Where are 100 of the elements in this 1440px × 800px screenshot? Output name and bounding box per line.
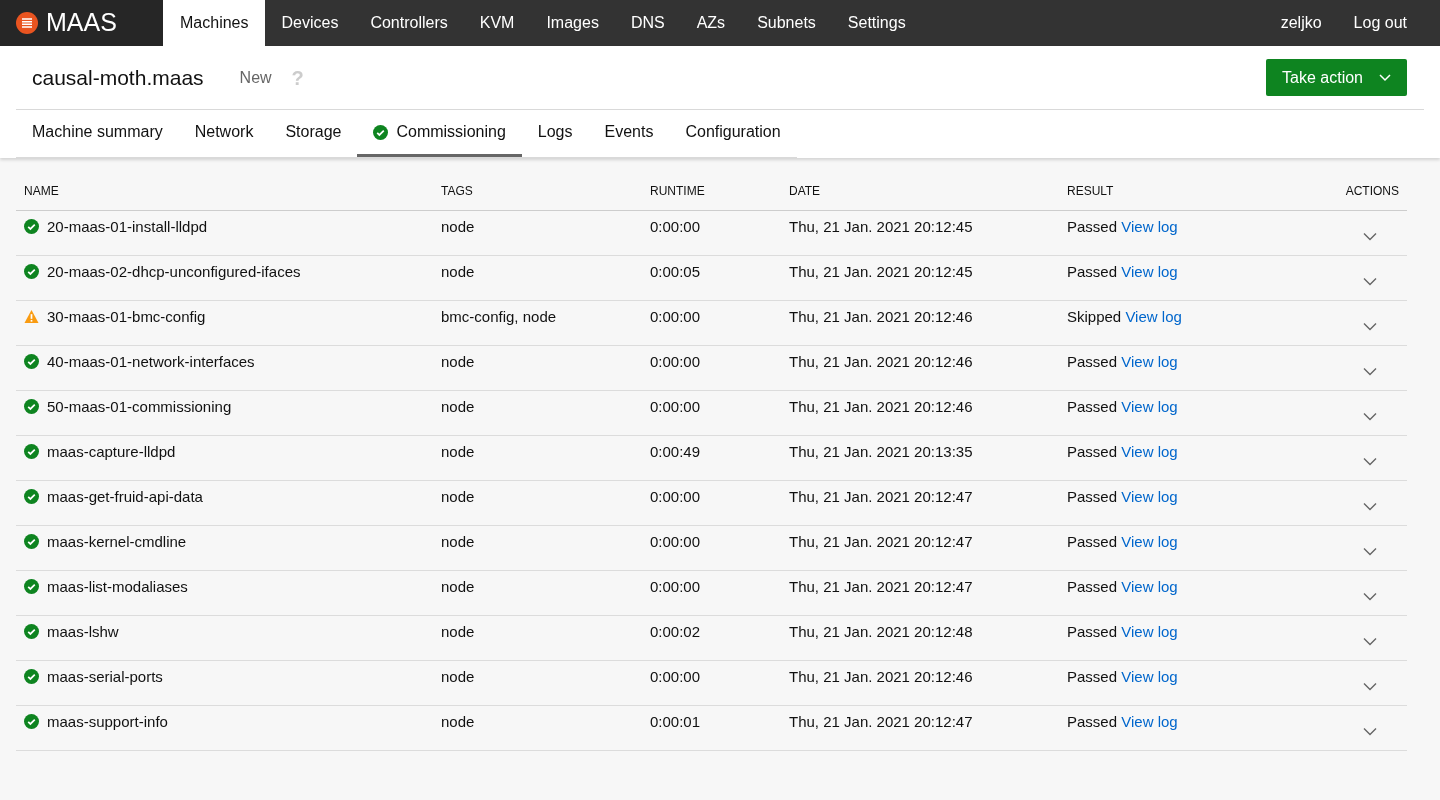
chevron-down-icon[interactable] xyxy=(1363,547,1377,557)
tags-cell: node xyxy=(441,577,475,595)
date-cell: Thu, 21 Jan. 2021 20:12:47 xyxy=(789,577,973,595)
tab[interactable]: Logs xyxy=(521,110,589,157)
column-header: ACTIONS xyxy=(1345,184,1399,198)
result-status: Passed xyxy=(1067,397,1118,415)
tags-cell: node xyxy=(441,397,475,415)
runtime-cell: 0:00:00 xyxy=(650,217,701,235)
tab[interactable]: Network xyxy=(178,110,270,157)
date-cell: Thu, 21 Jan. 2021 20:12:45 xyxy=(789,262,973,280)
tab[interactable]: Events xyxy=(588,110,670,157)
result-status: Passed xyxy=(1067,442,1118,460)
script-name: 50-maas-01-commissioning xyxy=(47,396,232,417)
column-header: NAME xyxy=(24,184,59,198)
chevron-down-icon xyxy=(1379,73,1391,82)
nav-link[interactable]: Devices xyxy=(265,0,355,46)
nav-link[interactable]: AZs xyxy=(680,0,742,46)
script-name: maas-serial-ports xyxy=(47,666,163,687)
date-cell: Thu, 21 Jan. 2021 20:12:46 xyxy=(789,352,973,370)
result-status: Passed xyxy=(1067,667,1118,685)
result-status: Passed xyxy=(1067,217,1118,235)
view-log-link[interactable]: View log xyxy=(1121,577,1178,595)
date-cell: Thu, 21 Jan. 2021 20:12:46 xyxy=(789,397,973,415)
nav-link[interactable]: Controllers xyxy=(354,0,464,46)
date-cell: Thu, 21 Jan. 2021 20:12:47 xyxy=(789,532,973,550)
nav-link[interactable]: KVM xyxy=(463,0,531,46)
view-log-link[interactable]: View log xyxy=(1121,352,1178,370)
view-log-link[interactable]: View log xyxy=(1121,397,1178,415)
tags-cell: node xyxy=(441,667,475,685)
tab[interactable]: Machine summary xyxy=(16,110,179,157)
tags-cell: node xyxy=(441,442,475,460)
chevron-down-icon[interactable] xyxy=(1363,727,1377,737)
view-log-link[interactable]: View log xyxy=(1125,307,1182,325)
date-cell: Thu, 21 Jan. 2021 20:12:47 xyxy=(789,712,973,730)
script-name: 30-maas-01-bmc-config xyxy=(47,306,206,327)
chevron-down-icon[interactable] xyxy=(1363,322,1377,332)
nav-link[interactable]: Subnets xyxy=(741,0,832,46)
date-cell: Thu, 21 Jan. 2021 20:12:45 xyxy=(789,217,973,235)
runtime-cell: 0:00:00 xyxy=(650,307,701,325)
tags-cell: node xyxy=(441,712,475,730)
result-status: Passed xyxy=(1067,577,1118,595)
runtime-cell: 0:00:01 xyxy=(650,712,701,730)
script-name: maas-kernel-cmdline xyxy=(47,531,187,552)
machine-status: New xyxy=(239,67,272,88)
date-cell: Thu, 21 Jan. 2021 20:13:35 xyxy=(789,442,973,460)
tab[interactable]: Commissioning xyxy=(357,110,522,157)
tags-cell: node xyxy=(441,622,475,640)
chevron-down-icon[interactable] xyxy=(1363,682,1377,692)
runtime-cell: 0:00:49 xyxy=(650,442,701,460)
view-log-link[interactable]: View log xyxy=(1121,262,1178,280)
tags-cell: bmc-config, node xyxy=(441,307,557,325)
runtime-cell: 0:00:00 xyxy=(650,532,701,550)
result-status: Passed xyxy=(1067,532,1118,550)
tags-cell: node xyxy=(441,217,475,235)
script-name: maas-get-fruid-api-data xyxy=(47,486,203,507)
view-log-link[interactable]: View log xyxy=(1121,667,1178,685)
runtime-cell: 0:00:02 xyxy=(650,622,701,640)
runtime-cell: 0:00:00 xyxy=(650,487,701,505)
script-name: 20-maas-02-dhcp-unconfigured-ifaces xyxy=(47,261,301,282)
chevron-down-icon[interactable] xyxy=(1363,412,1377,422)
view-log-link[interactable]: View log xyxy=(1121,217,1178,235)
result-status: Passed xyxy=(1067,487,1118,505)
script-name: maas-lshw xyxy=(47,621,119,642)
script-name: maas-support-info xyxy=(47,711,168,732)
chevron-down-icon[interactable] xyxy=(1363,232,1377,242)
result-status: Passed xyxy=(1067,262,1118,280)
date-cell: Thu, 21 Jan. 2021 20:12:46 xyxy=(789,667,973,685)
chevron-down-icon[interactable] xyxy=(1363,502,1377,512)
tab[interactable]: Configuration xyxy=(669,110,797,157)
runtime-cell: 0:00:00 xyxy=(650,352,701,370)
column-header: RESULT xyxy=(1067,184,1114,198)
runtime-cell: 0:00:00 xyxy=(650,397,701,415)
machine-title: causal-moth.maas xyxy=(32,64,204,91)
chevron-down-icon[interactable] xyxy=(1363,277,1377,287)
nav-link[interactable]: Machines xyxy=(163,0,266,46)
view-log-link[interactable]: View log xyxy=(1121,487,1178,505)
nav-link[interactable]: Images xyxy=(530,0,615,46)
runtime-cell: 0:00:00 xyxy=(650,667,701,685)
script-name: 20-maas-01-install-lldpd xyxy=(47,216,208,237)
chevron-down-icon[interactable] xyxy=(1363,367,1377,377)
chevron-down-icon[interactable] xyxy=(1363,637,1377,647)
script-name: maas-list-modaliases xyxy=(47,576,188,597)
menu-icon[interactable] xyxy=(16,12,38,34)
tags-cell: node xyxy=(441,262,475,280)
column-header: DATE xyxy=(789,184,821,198)
tab[interactable]: Storage xyxy=(269,110,358,157)
logout-link[interactable]: Log out xyxy=(1337,0,1440,46)
nav-link[interactable]: Settings xyxy=(831,0,922,46)
take-action-button[interactable]: Take action xyxy=(1266,59,1407,96)
result-status: Passed xyxy=(1067,712,1118,730)
user-link[interactable]: zeljko xyxy=(1264,0,1338,46)
tags-cell: node xyxy=(441,487,475,505)
column-header: TAGS xyxy=(441,184,473,198)
view-log-link[interactable]: View log xyxy=(1121,622,1178,640)
view-log-link[interactable]: View log xyxy=(1121,532,1178,550)
view-log-link[interactable]: View log xyxy=(1121,712,1178,730)
chevron-down-icon[interactable] xyxy=(1363,457,1377,467)
nav-link[interactable]: DNS xyxy=(614,0,681,46)
view-log-link[interactable]: View log xyxy=(1121,442,1178,460)
chevron-down-icon[interactable] xyxy=(1363,592,1377,602)
